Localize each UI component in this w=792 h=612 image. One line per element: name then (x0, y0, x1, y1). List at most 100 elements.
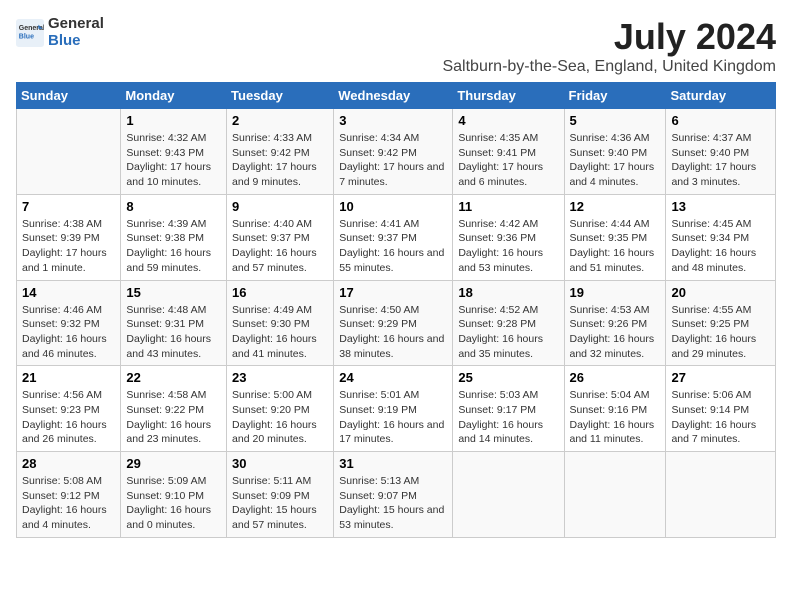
calendar-cell: 6 Sunrise: 4:37 AMSunset: 9:40 PMDayligh… (666, 109, 776, 195)
weekday-header-sunday: Sunday (17, 83, 121, 109)
calendar-cell: 30 Sunrise: 5:11 AMSunset: 9:09 PMDaylig… (227, 452, 334, 538)
weekday-header-wednesday: Wednesday (334, 83, 453, 109)
calendar-cell: 1 Sunrise: 4:32 AMSunset: 9:43 PMDayligh… (121, 109, 227, 195)
day-detail: Sunrise: 4:50 AMSunset: 9:29 PMDaylight:… (339, 303, 447, 362)
calendar-cell: 24 Sunrise: 5:01 AMSunset: 9:19 PMDaylig… (334, 366, 453, 452)
calendar-cell: 28 Sunrise: 5:08 AMSunset: 9:12 PMDaylig… (17, 452, 121, 538)
calendar-cell: 17 Sunrise: 4:50 AMSunset: 9:29 PMDaylig… (334, 280, 453, 366)
logo-blue: Blue (48, 33, 104, 50)
day-number: 28 (22, 456, 115, 471)
day-number: 26 (570, 370, 661, 385)
day-number: 24 (339, 370, 447, 385)
day-number: 12 (570, 199, 661, 214)
weekday-header-monday: Monday (121, 83, 227, 109)
day-number: 17 (339, 285, 447, 300)
calendar-cell: 18 Sunrise: 4:52 AMSunset: 9:28 PMDaylig… (453, 280, 564, 366)
day-detail: Sunrise: 4:58 AMSunset: 9:22 PMDaylight:… (126, 388, 221, 447)
day-number: 22 (126, 370, 221, 385)
day-detail: Sunrise: 4:32 AMSunset: 9:43 PMDaylight:… (126, 131, 221, 190)
logo-icon: General Blue (16, 19, 44, 47)
calendar-cell: 26 Sunrise: 5:04 AMSunset: 9:16 PMDaylig… (564, 366, 666, 452)
day-number: 30 (232, 456, 328, 471)
weekday-header-row: SundayMondayTuesdayWednesdayThursdayFrid… (17, 83, 776, 109)
day-detail: Sunrise: 4:39 AMSunset: 9:38 PMDaylight:… (126, 217, 221, 276)
main-title: July 2024 (442, 16, 776, 58)
day-detail: Sunrise: 5:08 AMSunset: 9:12 PMDaylight:… (22, 474, 115, 533)
day-number: 14 (22, 285, 115, 300)
calendar-cell (453, 452, 564, 538)
day-number: 4 (458, 113, 558, 128)
day-detail: Sunrise: 4:48 AMSunset: 9:31 PMDaylight:… (126, 303, 221, 362)
weekday-header-thursday: Thursday (453, 83, 564, 109)
day-number: 31 (339, 456, 447, 471)
calendar-cell (666, 452, 776, 538)
calendar-cell: 27 Sunrise: 5:06 AMSunset: 9:14 PMDaylig… (666, 366, 776, 452)
subtitle: Saltburn-by-the-Sea, England, United Kin… (442, 58, 776, 76)
day-number: 16 (232, 285, 328, 300)
day-detail: Sunrise: 5:13 AMSunset: 9:07 PMDaylight:… (339, 474, 447, 533)
calendar-cell: 11 Sunrise: 4:42 AMSunset: 9:36 PMDaylig… (453, 194, 564, 280)
day-detail: Sunrise: 4:49 AMSunset: 9:30 PMDaylight:… (232, 303, 328, 362)
calendar-cell: 19 Sunrise: 4:53 AMSunset: 9:26 PMDaylig… (564, 280, 666, 366)
day-detail: Sunrise: 4:38 AMSunset: 9:39 PMDaylight:… (22, 217, 115, 276)
day-number: 5 (570, 113, 661, 128)
calendar-cell: 12 Sunrise: 4:44 AMSunset: 9:35 PMDaylig… (564, 194, 666, 280)
calendar-cell: 7 Sunrise: 4:38 AMSunset: 9:39 PMDayligh… (17, 194, 121, 280)
day-detail: Sunrise: 5:00 AMSunset: 9:20 PMDaylight:… (232, 388, 328, 447)
day-number: 10 (339, 199, 447, 214)
day-number: 20 (671, 285, 770, 300)
weekday-header-friday: Friday (564, 83, 666, 109)
logo-general: General (48, 16, 104, 33)
week-row-1: 1 Sunrise: 4:32 AMSunset: 9:43 PMDayligh… (17, 109, 776, 195)
calendar-cell: 8 Sunrise: 4:39 AMSunset: 9:38 PMDayligh… (121, 194, 227, 280)
calendar-cell: 9 Sunrise: 4:40 AMSunset: 9:37 PMDayligh… (227, 194, 334, 280)
day-number: 7 (22, 199, 115, 214)
calendar-cell: 23 Sunrise: 5:00 AMSunset: 9:20 PMDaylig… (227, 366, 334, 452)
day-number: 19 (570, 285, 661, 300)
svg-text:Blue: Blue (19, 33, 34, 40)
calendar-cell: 20 Sunrise: 4:55 AMSunset: 9:25 PMDaylig… (666, 280, 776, 366)
day-detail: Sunrise: 4:35 AMSunset: 9:41 PMDaylight:… (458, 131, 558, 190)
day-number: 27 (671, 370, 770, 385)
calendar-cell: 3 Sunrise: 4:34 AMSunset: 9:42 PMDayligh… (334, 109, 453, 195)
calendar-cell: 22 Sunrise: 4:58 AMSunset: 9:22 PMDaylig… (121, 366, 227, 452)
calendar-cell: 16 Sunrise: 4:49 AMSunset: 9:30 PMDaylig… (227, 280, 334, 366)
week-row-5: 28 Sunrise: 5:08 AMSunset: 9:12 PMDaylig… (17, 452, 776, 538)
calendar-cell: 15 Sunrise: 4:48 AMSunset: 9:31 PMDaylig… (121, 280, 227, 366)
day-number: 29 (126, 456, 221, 471)
page-header: General Blue General Blue July 2024 Salt… (16, 16, 776, 76)
calendar-cell: 31 Sunrise: 5:13 AMSunset: 9:07 PMDaylig… (334, 452, 453, 538)
calendar-table: SundayMondayTuesdayWednesdayThursdayFrid… (16, 82, 776, 538)
day-detail: Sunrise: 4:37 AMSunset: 9:40 PMDaylight:… (671, 131, 770, 190)
day-detail: Sunrise: 5:01 AMSunset: 9:19 PMDaylight:… (339, 388, 447, 447)
day-detail: Sunrise: 5:11 AMSunset: 9:09 PMDaylight:… (232, 474, 328, 533)
calendar-cell: 25 Sunrise: 5:03 AMSunset: 9:17 PMDaylig… (453, 366, 564, 452)
day-detail: Sunrise: 4:36 AMSunset: 9:40 PMDaylight:… (570, 131, 661, 190)
calendar-cell: 2 Sunrise: 4:33 AMSunset: 9:42 PMDayligh… (227, 109, 334, 195)
day-detail: Sunrise: 5:04 AMSunset: 9:16 PMDaylight:… (570, 388, 661, 447)
calendar-cell: 4 Sunrise: 4:35 AMSunset: 9:41 PMDayligh… (453, 109, 564, 195)
day-number: 23 (232, 370, 328, 385)
day-number: 18 (458, 285, 558, 300)
calendar-cell: 14 Sunrise: 4:46 AMSunset: 9:32 PMDaylig… (17, 280, 121, 366)
calendar-cell (17, 109, 121, 195)
day-detail: Sunrise: 4:33 AMSunset: 9:42 PMDaylight:… (232, 131, 328, 190)
day-detail: Sunrise: 5:06 AMSunset: 9:14 PMDaylight:… (671, 388, 770, 447)
logo: General Blue General Blue (16, 16, 104, 49)
day-detail: Sunrise: 5:09 AMSunset: 9:10 PMDaylight:… (126, 474, 221, 533)
day-number: 2 (232, 113, 328, 128)
calendar-cell: 29 Sunrise: 5:09 AMSunset: 9:10 PMDaylig… (121, 452, 227, 538)
day-detail: Sunrise: 4:40 AMSunset: 9:37 PMDaylight:… (232, 217, 328, 276)
day-detail: Sunrise: 4:55 AMSunset: 9:25 PMDaylight:… (671, 303, 770, 362)
day-number: 25 (458, 370, 558, 385)
day-detail: Sunrise: 4:42 AMSunset: 9:36 PMDaylight:… (458, 217, 558, 276)
day-detail: Sunrise: 4:56 AMSunset: 9:23 PMDaylight:… (22, 388, 115, 447)
title-block: July 2024 Saltburn-by-the-Sea, England, … (442, 16, 776, 76)
day-detail: Sunrise: 4:44 AMSunset: 9:35 PMDaylight:… (570, 217, 661, 276)
day-detail: Sunrise: 5:03 AMSunset: 9:17 PMDaylight:… (458, 388, 558, 447)
calendar-cell: 10 Sunrise: 4:41 AMSunset: 9:37 PMDaylig… (334, 194, 453, 280)
calendar-cell: 21 Sunrise: 4:56 AMSunset: 9:23 PMDaylig… (17, 366, 121, 452)
day-number: 21 (22, 370, 115, 385)
day-number: 11 (458, 199, 558, 214)
day-number: 15 (126, 285, 221, 300)
